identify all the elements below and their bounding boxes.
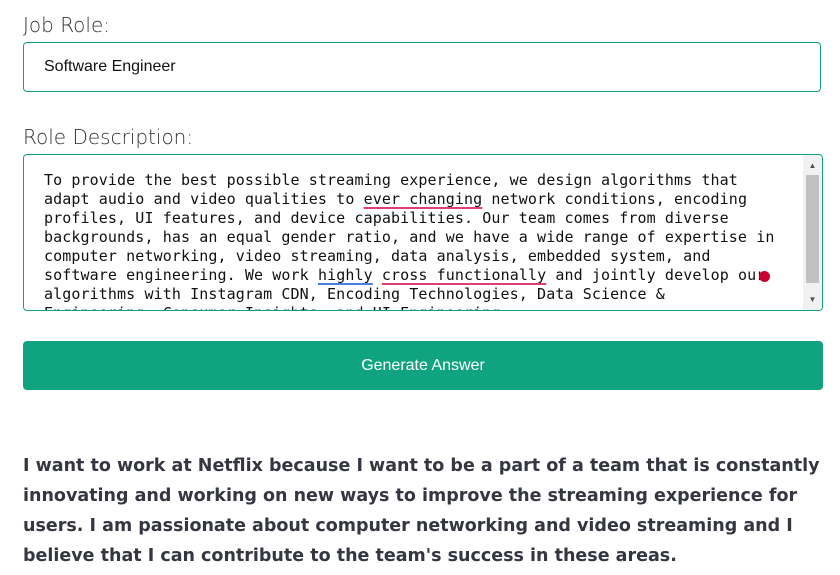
job-role-value: Software Engineer — [44, 58, 176, 75]
role-description-label: Role Description: — [23, 125, 194, 149]
job-role-label: Job Role: — [23, 13, 111, 37]
generate-answer-button[interactable]: Generate Answer — [23, 341, 823, 390]
spellcheck-ever-changing[interactable]: ever changing — [364, 190, 483, 208]
spellcheck-cross-functionally[interactable]: cross functionally — [382, 266, 546, 284]
scroll-up-arrow-icon[interactable]: ▲ — [803, 157, 822, 174]
cursor-indicator-icon — [759, 271, 770, 282]
scroll-down-arrow-icon[interactable]: ▼ — [803, 291, 822, 308]
grammar-hint-highly[interactable]: highly — [318, 266, 373, 284]
job-answer-page: Job Role: Software Engineer Role Descrip… — [0, 0, 840, 575]
generated-answer-text: I want to work at Netflix because I want… — [23, 456, 820, 566]
textarea-scrollbar[interactable]: ▲ ▼ — [803, 155, 822, 310]
role-description-text: To provide the best possible streaming e… — [44, 171, 775, 310]
role-description-textarea[interactable]: To provide the best possible streaming e… — [23, 154, 823, 311]
job-role-input[interactable]: Software Engineer — [23, 42, 821, 92]
scrollbar-thumb[interactable] — [806, 175, 819, 283]
